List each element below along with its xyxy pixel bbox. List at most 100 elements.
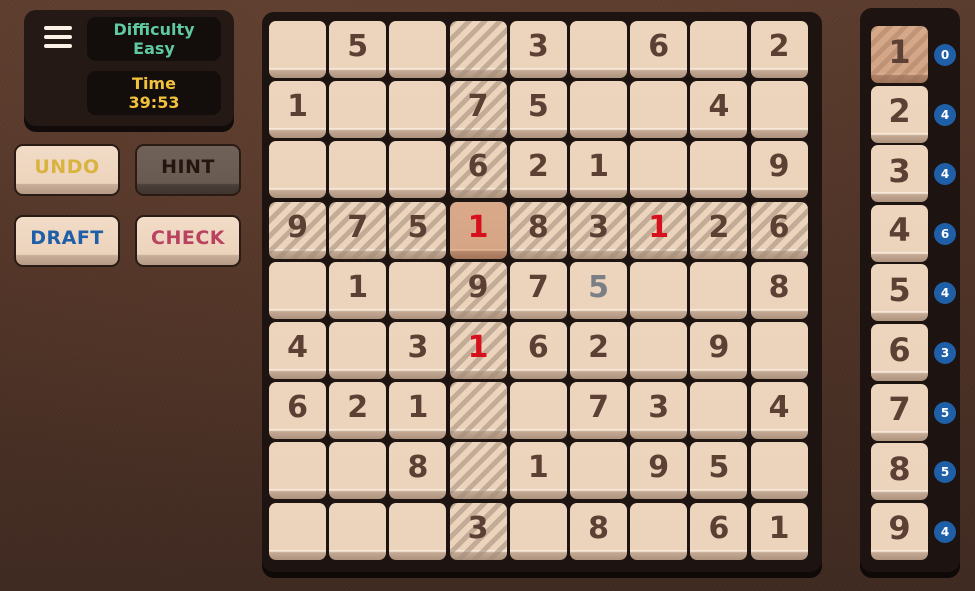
board-cell-r8c4[interactable] <box>449 442 507 499</box>
number-key-4[interactable]: 4 <box>871 204 928 262</box>
board-cell-r8c2[interactable] <box>329 442 387 500</box>
board-cell-r5c4[interactable]: 9 <box>449 261 507 319</box>
board-cell-r5c9[interactable]: 8 <box>750 261 808 319</box>
board-cell-r9c8[interactable]: 6 <box>690 502 748 560</box>
board-cell-r2c5[interactable]: 5 <box>509 81 567 139</box>
board-cell-r9c7[interactable] <box>630 502 688 560</box>
board-cell-r1c9[interactable]: 2 <box>750 21 808 78</box>
number-key-1[interactable]: 1 <box>871 26 928 83</box>
menu-bar <box>44 35 72 39</box>
board-cell-r2c6[interactable] <box>570 81 627 139</box>
board-cell-r5c3[interactable] <box>389 261 447 319</box>
check-button[interactable]: CHECK <box>135 215 241 267</box>
board-cell-r3c3[interactable] <box>389 141 447 199</box>
board-cell-r1c5[interactable]: 3 <box>509 21 567 78</box>
board-cell-r5c2[interactable]: 1 <box>329 261 387 319</box>
board-cell-r9c2[interactable] <box>329 502 387 560</box>
board-cell-r5c6[interactable]: 5 <box>570 261 627 319</box>
board-cell-r3c6[interactable]: 1 <box>570 141 627 199</box>
number-key-6[interactable]: 6 <box>871 324 928 381</box>
board-cell-r8c1[interactable] <box>269 442 326 500</box>
board-cell-r1c4[interactable] <box>449 21 507 78</box>
board-cell-r7c6[interactable]: 7 <box>570 382 627 440</box>
hint-button[interactable]: HINT <box>135 144 241 196</box>
board-cell-r9c6[interactable]: 8 <box>570 502 627 560</box>
board-cell-r5c1[interactable] <box>269 261 326 319</box>
board-cell-r3c4[interactable]: 6 <box>449 141 507 198</box>
hamburger-menu-icon[interactable] <box>42 24 74 50</box>
number-key-3[interactable]: 3 <box>871 145 928 203</box>
board-cell-r4c5[interactable]: 8 <box>509 201 567 259</box>
board-cell-r8c5[interactable]: 1 <box>509 442 567 500</box>
board-cell-r4c2[interactable]: 7 <box>329 201 387 259</box>
board-cell-r6c4[interactable]: 1 <box>449 322 507 379</box>
board-cell-r9c5[interactable] <box>509 502 567 560</box>
board-cell-r1c1[interactable] <box>269 21 326 78</box>
board-cell-r5c5[interactable]: 7 <box>509 261 567 319</box>
board-cell-r1c7[interactable]: 6 <box>630 21 688 78</box>
board-cell-r7c9[interactable]: 4 <box>750 382 808 440</box>
board-cell-r7c8[interactable] <box>690 382 748 440</box>
draft-button[interactable]: DRAFT <box>14 215 120 267</box>
board-cell-r8c9[interactable] <box>750 442 808 500</box>
board-cell-r8c7[interactable]: 9 <box>630 442 688 500</box>
board-cell-r8c8[interactable]: 5 <box>690 442 748 500</box>
board-cell-r6c9[interactable] <box>750 322 808 379</box>
board-cell-r4c7[interactable]: 1 <box>630 201 688 259</box>
board-cell-r8c6[interactable] <box>570 442 627 500</box>
board-cell-r1c3[interactable] <box>389 21 447 78</box>
board-cell-r2c4[interactable]: 7 <box>449 81 507 138</box>
remaining-count-badge: 5 <box>934 401 956 424</box>
board-cell-r5c7[interactable] <box>630 261 688 319</box>
board-cell-r3c5[interactable]: 2 <box>509 141 567 199</box>
board-cell-r2c7[interactable] <box>630 81 688 139</box>
board-cell-r6c2[interactable] <box>329 322 387 379</box>
board-cell-r6c8[interactable]: 9 <box>690 322 748 379</box>
difficulty-display: Difficulty Easy <box>87 17 221 61</box>
board-cell-r7c3[interactable]: 1 <box>389 382 447 440</box>
board-cell-r6c5[interactable]: 6 <box>509 322 567 379</box>
number-key-2[interactable]: 2 <box>871 85 928 143</box>
board-cell-r6c6[interactable]: 2 <box>570 322 627 379</box>
board-cell-r7c7[interactable]: 3 <box>630 382 688 440</box>
board-cell-r4c9[interactable]: 6 <box>750 201 808 259</box>
board-cell-r3c8[interactable] <box>690 141 748 199</box>
board-cell-r9c4[interactable]: 3 <box>449 502 507 560</box>
board-cell-r2c9[interactable] <box>750 81 808 139</box>
board-cell-r9c9[interactable]: 1 <box>750 502 808 560</box>
board-cell-r7c1[interactable]: 6 <box>269 382 326 440</box>
undo-button[interactable]: UNDO <box>14 144 120 196</box>
board-cell-r8c3[interactable]: 8 <box>389 442 447 500</box>
board-cell-r4c6[interactable]: 3 <box>570 201 627 259</box>
board-cell-r2c3[interactable] <box>389 81 447 139</box>
board-cell-r1c2[interactable]: 5 <box>329 21 387 78</box>
board-cell-r4c1[interactable]: 9 <box>269 201 326 259</box>
board-cell-r1c6[interactable] <box>570 21 627 78</box>
board-cell-r4c4[interactable]: 1 <box>449 201 507 259</box>
board-cell-r6c3[interactable]: 3 <box>389 322 447 379</box>
board-cell-r7c2[interactable]: 2 <box>329 382 387 440</box>
board-cell-r3c9[interactable]: 9 <box>750 141 808 199</box>
board-cell-r5c8[interactable] <box>690 261 748 319</box>
board-cell-r9c3[interactable] <box>389 502 447 560</box>
number-key-7[interactable]: 7 <box>871 383 928 441</box>
board-cell-r2c2[interactable] <box>329 81 387 139</box>
board-cell-r2c1[interactable]: 1 <box>269 81 326 139</box>
board-cell-r4c8[interactable]: 2 <box>690 201 748 259</box>
board-cell-r3c1[interactable] <box>269 141 326 199</box>
board-cell-r4c3[interactable]: 5 <box>389 201 447 259</box>
remaining-count-badge: 0 <box>934 44 956 66</box>
number-key-5[interactable]: 5 <box>871 264 928 322</box>
number-key-9[interactable]: 9 <box>871 502 928 560</box>
board-cell-r7c4[interactable] <box>449 382 507 439</box>
board-cell-r1c8[interactable] <box>690 21 748 78</box>
number-key-8[interactable]: 8 <box>871 443 928 501</box>
remaining-count-badge: 6 <box>934 222 956 245</box>
board-cell-r3c2[interactable] <box>329 141 387 199</box>
board-cell-r6c7[interactable] <box>630 322 688 379</box>
board-cell-r3c7[interactable] <box>630 141 688 199</box>
board-cell-r6c1[interactable]: 4 <box>269 322 326 379</box>
board-cell-r7c5[interactable] <box>509 382 567 440</box>
board-cell-r2c8[interactable]: 4 <box>690 81 748 139</box>
board-cell-r9c1[interactable] <box>269 502 326 560</box>
